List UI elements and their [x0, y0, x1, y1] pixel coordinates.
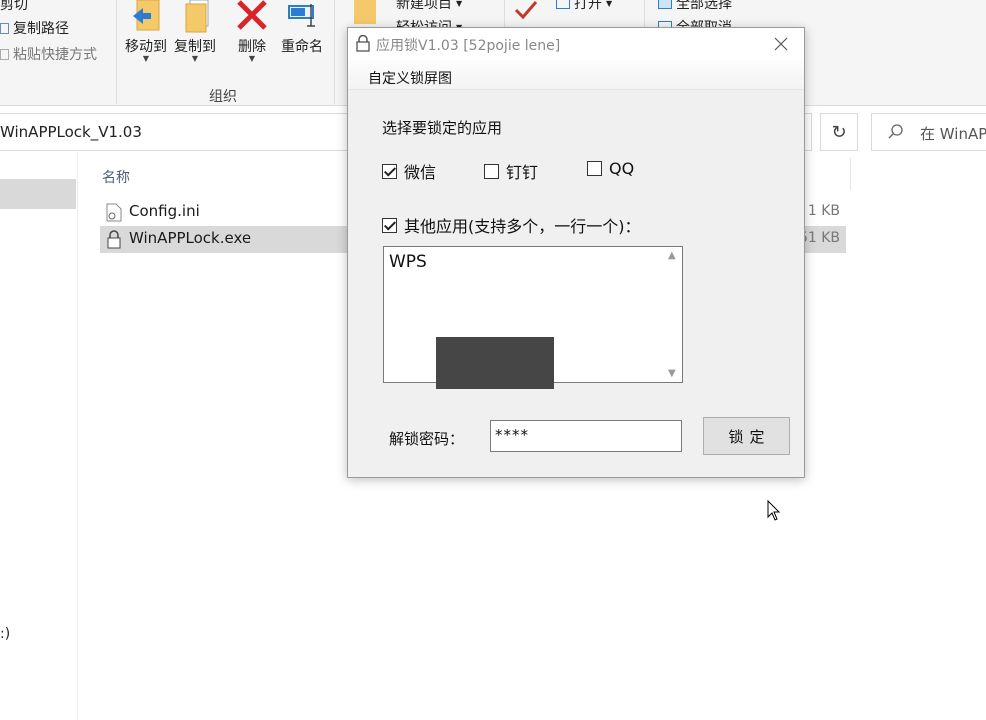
open-button[interactable]: 打开 ▼ [556, 0, 612, 13]
chevron-down-icon: ▼ [142, 54, 150, 63]
group-organize-label: 组织 [209, 89, 237, 105]
delete-button[interactable]: 删除 ▼ [232, 0, 272, 63]
rename-icon [288, 4, 315, 27]
close-icon [774, 37, 788, 51]
open-icon [556, 0, 570, 9]
delete-x-icon [237, 0, 267, 30]
checkbox-label: 微信 [404, 163, 437, 182]
chevron-down-icon: ▼ [191, 54, 199, 63]
navigation-pane: :) [0, 152, 78, 720]
file-name: Config.ini [129, 202, 200, 220]
rename-label: 重命名 [281, 39, 323, 55]
select-all-icon [658, 0, 672, 9]
nav-item-selected[interactable] [0, 179, 76, 209]
new-item-label: 新建项目 [396, 0, 452, 12]
copy-path-button[interactable]: 复制路径 [0, 18, 69, 38]
new-folder-icon [354, 0, 376, 24]
menu-custom-lockscreen[interactable]: 自定义锁屏图 [368, 68, 452, 88]
scroll-down-icon[interactable]: ▼ [668, 368, 676, 379]
checkbox-box[interactable] [382, 217, 397, 233]
password-value: **** [495, 426, 529, 444]
move-to-button[interactable]: 移动到 ▼ [120, 0, 172, 63]
checkbox-label: 钉钉 [506, 163, 539, 182]
select-apps-label: 选择要锁定的应用 [382, 119, 503, 137]
chevron-down-icon: ▼ [606, 0, 613, 8]
checkbox-other-apps[interactable]: 其他应用(支持多个，一行一个)： [382, 213, 641, 237]
password-label: 解锁密码： [389, 430, 465, 448]
column-separator [850, 158, 851, 190]
paste-shortcut-button[interactable]: 粘贴快捷方式 [0, 44, 97, 64]
checkbox-label: 其他应用(支持多个，一行一个)： [404, 217, 641, 236]
copy-to-label: 复制到 [174, 39, 216, 55]
copy-to-button[interactable]: 复制到 ▼ [171, 0, 219, 63]
ini-file-icon [106, 203, 122, 222]
file-name: WinAPPLock.exe [129, 229, 252, 247]
checkbox-box[interactable] [484, 163, 499, 179]
checkbox-box[interactable] [587, 161, 602, 176]
checkbox-box[interactable] [382, 163, 397, 179]
ribbon-separator [116, 0, 117, 104]
nav-item-drive[interactable]: :) [0, 626, 10, 642]
address-path: WinAPPLock_V1.03 [0, 123, 142, 141]
paste-shortcut-icon [0, 48, 9, 60]
cut-button[interactable]: 剪切 [0, 0, 28, 14]
chevron-down-icon: ▼ [248, 54, 256, 63]
other-apps-text: WPS [389, 252, 427, 272]
lock-icon [356, 35, 370, 52]
checkbox-qq[interactable]: QQ [587, 159, 634, 178]
dialog-title: 应用锁V1.03 [52pojie lene] [376, 38, 561, 54]
select-all-button[interactable]: 全部选择 [658, 0, 732, 13]
app-lock-dialog: 应用锁V1.03 [52pojie lene] 自定义锁屏图 选择要锁定的应用 … [347, 27, 805, 478]
column-header-name[interactable]: 名称 [102, 167, 130, 187]
move-to-label: 移动到 [125, 39, 167, 55]
refresh-icon: ↻ [831, 121, 847, 143]
delete-label: 删除 [238, 39, 266, 55]
select-all-label: 全部选择 [676, 0, 732, 12]
copy-path-icon [0, 22, 9, 34]
properties-check-icon [514, 1, 538, 20]
mouse-cursor-icon [767, 500, 781, 521]
paste-shortcut-label: 粘贴快捷方式 [13, 47, 97, 63]
dialog-titlebar[interactable]: 应用锁V1.03 [52pojie lene] [348, 28, 804, 60]
lock-app-icon [107, 230, 121, 249]
redaction-block [436, 337, 554, 389]
close-button[interactable] [758, 28, 804, 60]
search-input[interactable]: 在 WinAP [871, 113, 986, 151]
search-icon [888, 124, 903, 139]
file-size: 1 KB [807, 203, 840, 219]
refresh-button[interactable]: ↻ [820, 113, 858, 151]
ribbon-separator [334, 0, 335, 104]
chevron-down-icon: ▼ [456, 0, 463, 8]
checkbox-label: QQ [609, 159, 635, 178]
move-to-icon [133, 0, 160, 31]
search-placeholder: 在 WinAP [920, 125, 986, 143]
copy-path-label: 复制路径 [13, 21, 69, 37]
new-item-button[interactable]: 新建项目 ▼ [396, 0, 462, 13]
file-size: 51 KB [798, 230, 840, 246]
rename-button[interactable]: 重命名 [278, 0, 326, 56]
lock-button[interactable]: 锁定 [703, 417, 790, 455]
password-input[interactable]: **** [490, 420, 682, 452]
checkbox-dingtalk[interactable]: 钉钉 [484, 159, 538, 183]
cut-label: 剪切 [0, 0, 28, 13]
textarea-scrollbar[interactable]: ▲ ▼ [664, 247, 682, 382]
scroll-up-icon[interactable]: ▲ [668, 250, 676, 261]
dialog-menubar: 自定义锁屏图 [348, 60, 804, 90]
copy-to-icon [185, 0, 209, 33]
open-label: 打开 [574, 0, 602, 12]
checkbox-wechat[interactable]: 微信 [382, 159, 436, 183]
